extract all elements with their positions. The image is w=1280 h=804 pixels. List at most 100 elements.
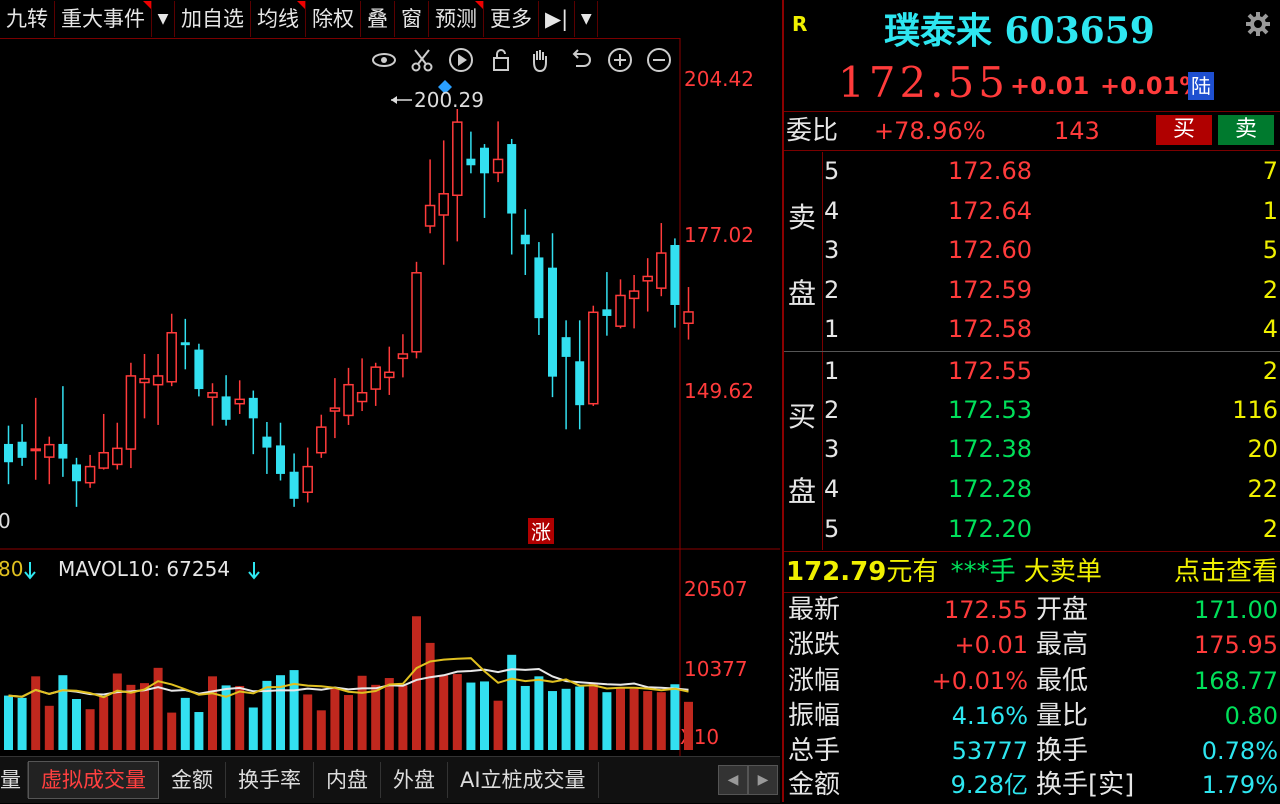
buy-price[interactable]: 172.53 — [948, 391, 1032, 429]
candle-body[interactable] — [548, 267, 557, 377]
sell-price[interactable]: 172.58 — [948, 310, 1032, 348]
candle-body[interactable] — [492, 158, 504, 174]
toolbar-jump-end-icon[interactable]: ▶| — [539, 1, 576, 37]
buy-button[interactable]: 买 — [1156, 115, 1212, 145]
candle-body[interactable] — [329, 407, 341, 412]
big-order-alert[interactable]: 172.79元有 ***手 大卖单 点击查看 — [786, 553, 1280, 591]
sell-price[interactable]: 172.64 — [948, 192, 1032, 230]
tab-next-icon[interactable]: ▶ — [748, 765, 778, 795]
candle-body[interactable] — [221, 396, 231, 420]
sell-price[interactable]: 172.60 — [948, 231, 1032, 269]
candle-body[interactable] — [289, 471, 299, 499]
candle-body[interactable] — [507, 144, 517, 214]
volume-bar[interactable] — [99, 696, 109, 750]
candle-body[interactable] — [194, 349, 204, 390]
candle-body[interactable] — [575, 361, 585, 406]
tab-virtual-volume[interactable]: 虚拟成交量 — [28, 761, 159, 799]
candle-body[interactable] — [384, 371, 395, 379]
volume-bar[interactable] — [684, 701, 693, 750]
toolbar-major-events[interactable]: 重大事件 — [55, 1, 152, 37]
sell-price[interactable]: 172.68 — [948, 152, 1032, 190]
candle-body[interactable] — [424, 204, 436, 227]
toolbar-window[interactable]: 窗 — [395, 1, 429, 37]
volume-bar[interactable] — [248, 707, 258, 751]
volume-bar[interactable] — [289, 670, 299, 750]
candle-body[interactable] — [234, 398, 245, 405]
volume-bar[interactable] — [85, 709, 95, 750]
volume-bar[interactable] — [425, 642, 435, 750]
volume-bar[interactable] — [575, 686, 585, 750]
candle-body[interactable] — [180, 342, 190, 346]
volume-bar[interactable] — [656, 692, 666, 750]
volume-bar[interactable] — [616, 687, 625, 750]
candle-body[interactable] — [561, 337, 571, 357]
toolbar-ex-rights[interactable]: 除权 — [306, 1, 361, 37]
buy-price[interactable]: 172.20 — [948, 510, 1032, 548]
candle-body[interactable] — [480, 147, 489, 174]
candle-body[interactable] — [628, 290, 640, 300]
volume-bar[interactable] — [643, 691, 653, 750]
candle-body[interactable] — [30, 448, 41, 452]
volume-bar[interactable] — [384, 678, 394, 750]
toolbar-more-dropdown-icon[interactable]: ▼ — [575, 1, 599, 37]
volume-bar[interactable] — [371, 684, 381, 750]
candle-body[interactable] — [72, 464, 81, 482]
volume-bar[interactable] — [412, 616, 421, 750]
volume-bar[interactable] — [194, 712, 204, 750]
volume-bar[interactable] — [452, 674, 462, 750]
candle-body[interactable] — [534, 257, 544, 319]
candle-body[interactable] — [44, 443, 55, 458]
candle-body[interactable] — [642, 275, 653, 282]
candle-body[interactable] — [112, 447, 123, 466]
volume-bar[interactable] — [180, 697, 190, 750]
volume-bar[interactable] — [534, 676, 544, 750]
volume-bar[interactable] — [588, 683, 598, 750]
volume-bar[interactable] — [493, 700, 503, 750]
toolbar-moving-average[interactable]: 均线 — [251, 1, 306, 37]
candle-body[interactable] — [656, 252, 667, 289]
tab-prev-icon[interactable]: ◀ — [718, 765, 748, 795]
volume-bar[interactable] — [31, 676, 41, 750]
big-order-link[interactable]: 点击查看 — [1174, 553, 1278, 591]
volume-bar[interactable] — [140, 683, 149, 750]
candle-body[interactable] — [152, 375, 164, 386]
volume-bar[interactable] — [466, 682, 476, 750]
candle-body[interactable] — [411, 272, 422, 353]
volume-bar[interactable] — [344, 695, 353, 750]
candle-body[interactable] — [397, 353, 409, 360]
volume-bar[interactable] — [548, 691, 557, 750]
candle-body[interactable] — [248, 397, 258, 419]
volume-bar[interactable] — [330, 688, 340, 750]
buy-price[interactable]: 172.28 — [948, 470, 1032, 508]
candle-body[interactable] — [343, 383, 354, 417]
candle-body[interactable] — [588, 311, 599, 405]
candle-body[interactable] — [683, 311, 694, 325]
sell-button[interactable]: 卖 — [1218, 115, 1274, 145]
sell-price[interactable]: 172.59 — [948, 271, 1032, 309]
toolbar-more[interactable]: 更多 — [484, 1, 539, 37]
tab-outer-volume[interactable]: 外盘 — [381, 762, 448, 798]
candle-body[interactable] — [356, 391, 368, 403]
candle-body[interactable] — [58, 443, 68, 459]
candlestick-chart[interactable]: 204.42 177.02 149.62 0 200.29 涨 — [0, 38, 780, 550]
candle-body[interactable] — [139, 378, 150, 384]
volume-bar[interactable] — [520, 685, 530, 750]
tab-inner-volume[interactable]: 内盘 — [314, 762, 381, 798]
volume-bar[interactable] — [153, 667, 163, 750]
candle-body[interactable] — [262, 436, 272, 448]
volume-chart[interactable]: 80 MAVOL10: 67254 20507 10377 X10 — [0, 550, 780, 756]
candle-body[interactable] — [452, 121, 463, 197]
candle-body[interactable] — [207, 391, 218, 398]
candle-body[interactable] — [438, 193, 449, 216]
tab-ai-volume[interactable]: AI立桩成交量 — [448, 762, 599, 798]
volume-bar[interactable] — [17, 697, 27, 750]
candle-body[interactable] — [370, 366, 381, 390]
volume-bar[interactable] — [670, 684, 680, 750]
volume-bar[interactable] — [303, 694, 313, 750]
tab-amount[interactable]: 金额 — [159, 762, 226, 798]
candle-body[interactable] — [670, 244, 680, 305]
candle-body[interactable] — [466, 158, 476, 166]
volume-bar[interactable] — [126, 684, 136, 750]
volume-bar[interactable] — [561, 688, 571, 750]
volume-bar[interactable] — [58, 675, 68, 750]
